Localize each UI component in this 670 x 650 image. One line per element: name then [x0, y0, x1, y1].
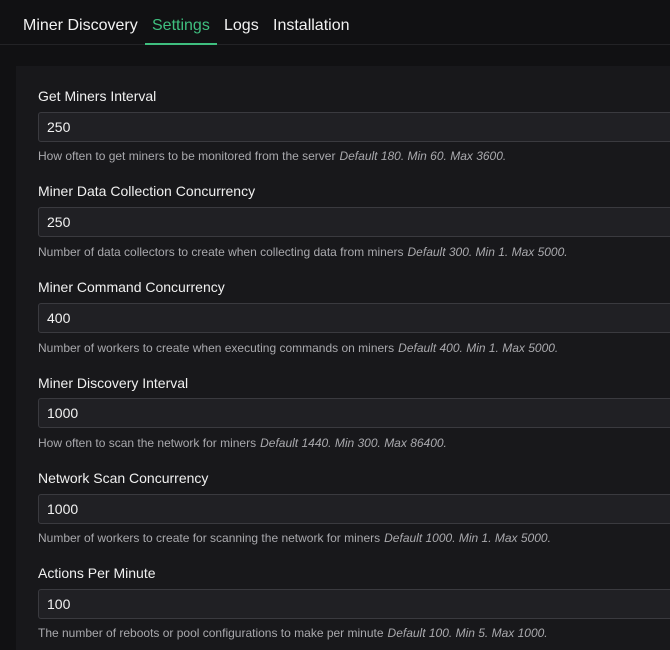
miner-data-collection-concurrency-help: Number of data collectors to create when… [38, 245, 568, 259]
actions-per-minute-input[interactable] [38, 589, 670, 619]
tab-miner-discovery[interactable]: Miner Discovery [23, 17, 138, 35]
get-miners-interval-help: How often to get miners to be monitored … [38, 149, 506, 163]
help-text: How often to get miners to be monitored … [38, 149, 336, 163]
network-scan-concurrency-label: Network Scan Concurrency [38, 470, 209, 486]
help-text: Number of data collectors to create when… [38, 245, 404, 259]
tab-bar: Miner Discovery Settings Logs Installati… [0, 0, 670, 45]
miner-command-concurrency-label: Miner Command Concurrency [38, 279, 225, 295]
default-range-text: Default 100. Min 5. Max 1000. [387, 626, 548, 640]
actions-per-minute-help: The number of reboots or pool configurat… [38, 626, 548, 640]
miner-discovery-interval-input[interactable] [38, 398, 670, 428]
network-scan-concurrency-input[interactable] [38, 494, 670, 524]
tab-installation[interactable]: Installation [273, 17, 350, 35]
get-miners-interval-label: Get Miners Interval [38, 88, 157, 104]
miner-data-collection-concurrency-input[interactable] [38, 207, 670, 237]
default-range-text: Default 400. Min 1. Max 5000. [398, 341, 559, 355]
miner-data-collection-concurrency-label: Miner Data Collection Concurrency [38, 183, 256, 199]
help-text: Number of workers to create for scanning… [38, 531, 381, 545]
miner-discovery-interval-help: How often to scan the network for miners… [38, 436, 447, 450]
get-miners-interval-input[interactable] [38, 112, 670, 142]
tab-logs[interactable]: Logs [224, 17, 259, 35]
active-tab-indicator [145, 43, 217, 45]
miner-discovery-interval-label: Miner Discovery Interval [38, 375, 189, 391]
default-range-text: Default 180. Min 60. Max 3600. [339, 149, 507, 163]
default-range-text: Default 1440. Min 300. Max 86400. [260, 436, 447, 450]
help-text: The number of reboots or pool configurat… [38, 626, 384, 640]
settings-page: Miner Discovery Settings Logs Installati… [0, 0, 670, 650]
actions-per-minute-label: Actions Per Minute [38, 565, 156, 581]
miner-command-concurrency-input[interactable] [38, 303, 670, 333]
network-scan-concurrency-help: Number of workers to create for scanning… [38, 531, 551, 545]
default-range-text: Default 300. Min 1. Max 5000. [407, 245, 568, 259]
help-text: Number of workers to create when executi… [38, 341, 395, 355]
default-range-text: Default 1000. Min 1. Max 5000. [384, 531, 551, 545]
help-text: How often to scan the network for miners [38, 436, 257, 450]
miner-command-concurrency-help: Number of workers to create when executi… [38, 341, 558, 355]
tab-settings[interactable]: Settings [152, 17, 210, 35]
